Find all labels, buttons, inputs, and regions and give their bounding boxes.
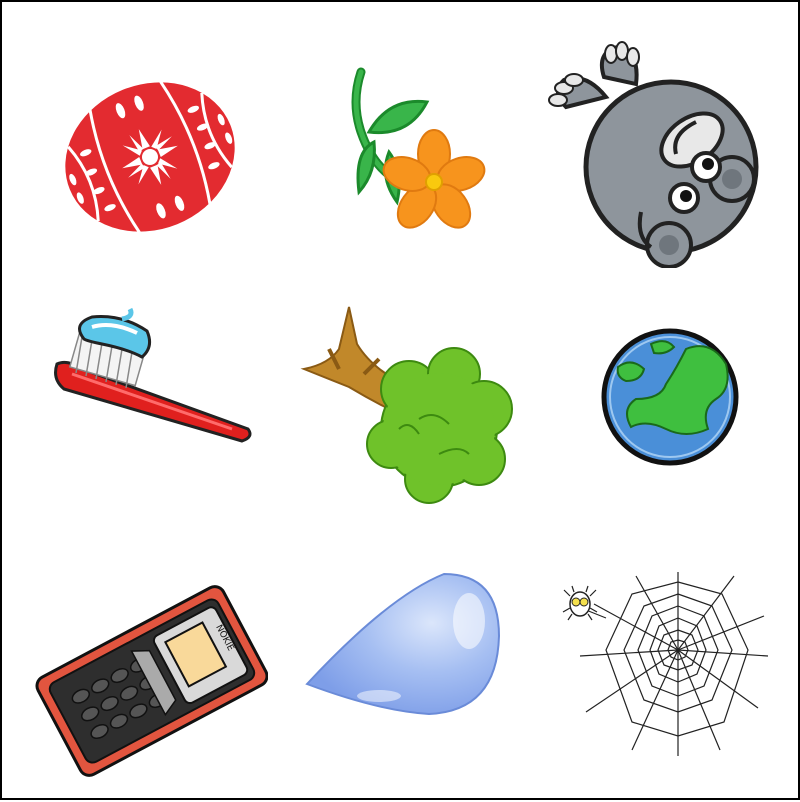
bear-icon [548, 41, 759, 268]
grid-cell-earth[interactable] [536, 269, 800, 535]
grid-cell-easter-egg[interactable] [2, 2, 268, 268]
mobile-phone-icon: NOKIE [35, 585, 268, 777]
grid-cell-bear[interactable] [536, 2, 800, 268]
grid-cell-spider-web[interactable] [536, 536, 800, 802]
grid-cell-flower[interactable] [269, 2, 535, 268]
earth-globe-icon [601, 328, 739, 466]
toothbrush-icon [54, 307, 252, 443]
easter-egg-icon [62, 79, 238, 235]
tree-icon [300, 306, 513, 504]
grid-cell-tree[interactable] [269, 269, 535, 535]
image-grid-frame: NOKIE [0, 0, 800, 800]
flower-icon [351, 67, 486, 229]
spider-web-icon [562, 572, 769, 756]
grid-cell-toothbrush[interactable] [2, 269, 268, 535]
grid-cell-mobile-phone[interactable]: NOKIE [2, 536, 268, 802]
water-drop-icon [305, 572, 501, 716]
grid-cell-water-drop[interactable] [269, 536, 535, 802]
